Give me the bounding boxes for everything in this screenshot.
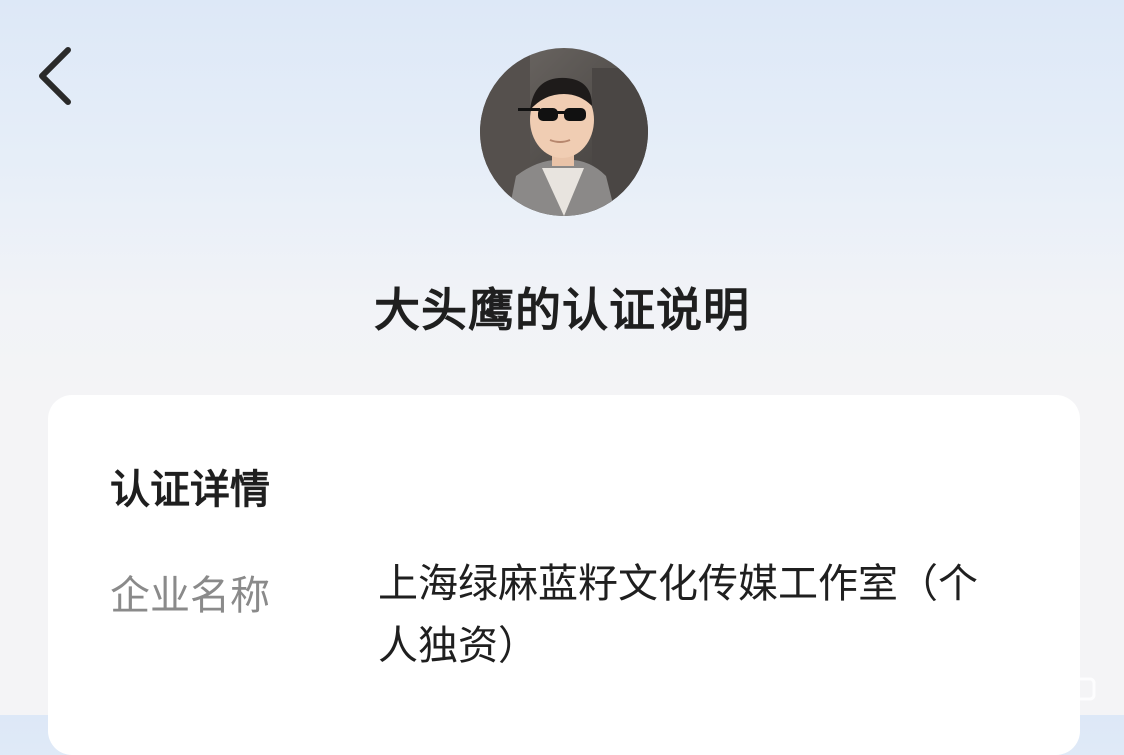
- avatar[interactable]: [480, 48, 648, 216]
- section-title: 认证详情: [110, 467, 270, 513]
- watermark: [946, 675, 1114, 703]
- page-title: 大头鹰的认证说明: [374, 283, 750, 337]
- back-button[interactable]: [28, 40, 84, 110]
- company-name-value: 上海绿麻蓝籽文化传媒工作室（个人独资）: [378, 561, 978, 669]
- company-name-label: 企业名称: [110, 573, 270, 619]
- chevron-left-icon: [39, 47, 71, 105]
- certification-card: 认证详情 企业名称 上海绿麻蓝籽文化传媒工作室（个人独资）: [48, 395, 1080, 755]
- avatar-image: [480, 48, 648, 216]
